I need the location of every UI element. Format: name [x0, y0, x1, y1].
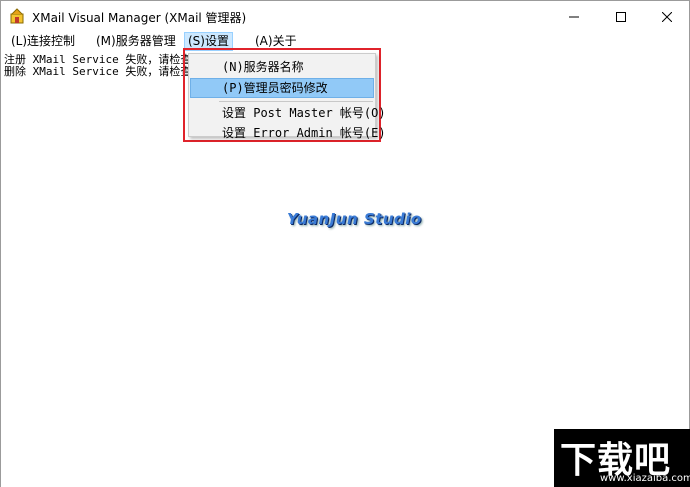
app-icon [9, 8, 25, 24]
settings-dropdown-menu: (N)服务器名称 (P)管理员密码修改 设置 Post Master 帐号(O)… [188, 53, 386, 140]
dropdown-separator [219, 101, 373, 102]
menu-server-management[interactable]: (M)服务器管理 [93, 32, 179, 51]
minimize-icon [569, 16, 579, 17]
site-watermark: 下载吧 www.xiazaiba.com [554, 429, 690, 487]
dropdown-item-postmaster-account[interactable]: 设置 Post Master 帐号(O) [190, 103, 386, 123]
close-icon [662, 11, 672, 22]
window-title: XMail Visual Manager (XMail 管理器) [32, 11, 247, 25]
close-button[interactable] [644, 1, 690, 32]
log-line: 删除 XMail Service 失败，请检查 [4, 65, 192, 78]
title-bar[interactable]: XMail Visual Manager (XMail 管理器) [1, 1, 689, 32]
maximize-button[interactable] [598, 1, 644, 32]
dropdown-item-erroradmin-account[interactable]: 设置 Error Admin 帐号(E) [190, 123, 386, 143]
maximize-icon [616, 11, 626, 22]
site-watermark-url: www.xiazaiba.com [600, 473, 690, 484]
studio-logo: YuanJun Studio [287, 210, 422, 228]
settings-dropdown-highlight: (N)服务器名称 (P)管理员密码修改 设置 Post Master 帐号(O)… [183, 48, 386, 142]
dropdown-item-server-name[interactable]: (N)服务器名称 [190, 57, 374, 77]
app-window: XMail Visual Manager (XMail 管理器) (L)连接控制… [0, 0, 690, 487]
minimize-button[interactable] [551, 1, 597, 32]
dropdown-item-admin-password[interactable]: (P)管理员密码修改 [190, 78, 374, 98]
menu-connection[interactable]: (L)连接控制 [8, 32, 78, 51]
